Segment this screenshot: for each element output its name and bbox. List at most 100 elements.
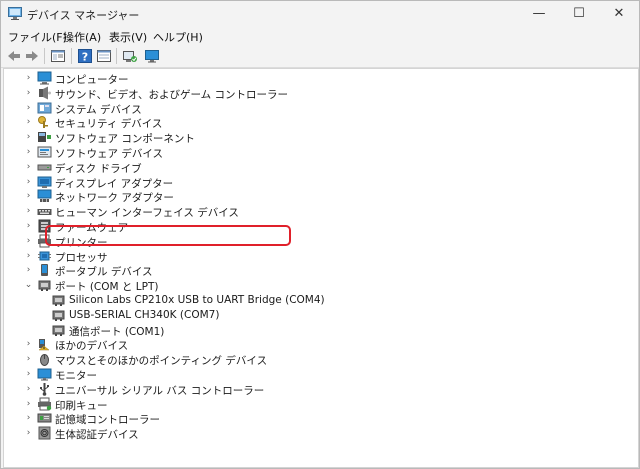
menu-view[interactable]: 表示(V) — [109, 29, 147, 45]
tree-category-item[interactable]: › セキュリティ デバイス — [4, 115, 638, 130]
storage-controller-icon — [37, 413, 52, 423]
chevron-right-icon[interactable]: › — [24, 116, 33, 128]
computer-icon — [37, 71, 52, 85]
menu-action[interactable]: 操作(A) — [63, 29, 101, 45]
tree-category-item[interactable]: › 記憶域コントローラー — [4, 411, 638, 426]
tree-category-item[interactable]: › 印刷キュー — [4, 397, 638, 412]
maximize-icon: ☐ — [573, 6, 585, 21]
chevron-right-icon[interactable]: › — [24, 368, 33, 380]
hid-icon — [37, 209, 52, 216]
port-icon — [52, 310, 65, 321]
close-button[interactable]: ✕ — [599, 1, 639, 27]
toolbar-separator — [116, 48, 117, 64]
tree-category-item[interactable]: › マウスとそのほかのポインティング デバイス — [4, 352, 638, 367]
chevron-right-icon[interactable]: › — [24, 205, 33, 217]
chevron-right-icon[interactable]: › — [24, 398, 33, 410]
tree-item-label: セキュリティ デバイス — [55, 118, 163, 131]
tree-item-label: 記憶域コントローラー — [55, 414, 160, 427]
maximize-button[interactable]: ☐ — [559, 1, 599, 27]
chevron-right-icon[interactable]: › — [24, 338, 33, 350]
svg-text:?: ? — [82, 51, 88, 64]
tree-category-item[interactable]: › サウンド、ビデオ、およびゲーム コントローラー — [4, 86, 638, 101]
tree-category-item[interactable]: › プロセッサ — [4, 249, 638, 264]
tree-category-item[interactable]: › ポータブル デバイス — [4, 263, 638, 278]
security-key-icon — [38, 116, 48, 129]
tree-category-item[interactable]: › ソフトウェア コンポーネント — [4, 130, 638, 145]
title-bar[interactable]: デバイス マネージャー — ☐ ✕ — [1, 1, 639, 27]
details-icon[interactable] — [96, 48, 112, 64]
chevron-right-icon[interactable]: › — [24, 383, 33, 395]
window-title: デバイス マネージャー — [27, 9, 140, 22]
properties-icon[interactable] — [50, 48, 66, 64]
tree-item-label: ディスプレイ アダプター — [55, 177, 174, 190]
menu-bar: ファイル(F) 操作(A) 表示(V) ヘルプ(H) — [1, 27, 639, 45]
chevron-right-icon[interactable]: › — [24, 427, 33, 439]
tree-item-label: ポータブル デバイス — [55, 266, 153, 279]
tree-item-label: サウンド、ビデオ、およびゲーム コントローラー — [55, 88, 288, 101]
sound-icon — [39, 86, 51, 100]
tree-category-item[interactable]: › システム デバイス — [4, 101, 638, 116]
chevron-right-icon[interactable]: › — [24, 87, 33, 99]
tree-item-label: ソフトウェア コンポーネント — [55, 133, 195, 146]
toolbar: ? — [1, 45, 639, 68]
chevron-right-icon[interactable]: › — [24, 176, 33, 188]
chevron-right-icon[interactable]: › — [24, 131, 33, 143]
tree-category-item[interactable]: › ほかのデバイス — [4, 337, 638, 352]
device-tree: › コンピューター › サウンド、ビデオ、およびゲーム コントローラー › システム デバ… — [3, 68, 639, 468]
display-adapter-icon — [37, 176, 52, 188]
menu-help[interactable]: ヘルプ(H) — [153, 29, 203, 45]
software-device-icon — [37, 146, 52, 158]
network-adapter-icon — [37, 189, 52, 203]
highlight-box — [45, 225, 291, 246]
tree-category-item[interactable]: › ディスプレイ アダプター — [4, 175, 638, 190]
tree-category-item[interactable]: › ユニバーサル シリアル バス コントローラー — [4, 382, 638, 397]
tree-item-label: モニター — [55, 370, 97, 382]
software-component-icon — [38, 132, 51, 143]
chevron-right-icon[interactable]: › — [24, 146, 33, 158]
minimize-button[interactable]: — — [519, 1, 559, 27]
tree-device-item[interactable]: 通信ポート (COM1) — [4, 323, 638, 338]
tree-category-item[interactable]: › モニター — [4, 367, 638, 382]
chevron-right-icon[interactable]: › — [24, 102, 33, 114]
tree-item-label: 通信ポート (COM1) — [69, 325, 165, 338]
monitor-icon[interactable] — [144, 48, 160, 64]
forward-arrow-icon[interactable] — [24, 48, 40, 64]
chevron-right-icon[interactable]: › — [24, 161, 33, 173]
tree-item-label: ほかのデバイス — [55, 340, 129, 353]
tree-category-item[interactable]: › ディスク ドライブ — [4, 160, 638, 175]
back-arrow-icon[interactable] — [6, 48, 22, 64]
chevron-right-icon[interactable]: › — [24, 190, 33, 202]
port-icon — [52, 325, 65, 336]
chevron-right-icon[interactable]: › — [24, 72, 33, 84]
system-device-icon — [37, 102, 52, 114]
chevron-right-icon[interactable]: › — [24, 250, 33, 262]
tree-item-label: ソフトウェア デバイス — [55, 148, 164, 160]
tree-item-label: コンピューター — [55, 74, 129, 86]
tree-device-item[interactable]: USB-SERIAL CH340K (COM7) — [4, 308, 638, 323]
chevron-right-icon[interactable]: › — [24, 412, 33, 424]
usb-icon — [40, 382, 49, 396]
tree-category-item[interactable]: › コンピューター — [4, 71, 638, 86]
tree-item-label: ネットワーク アダプター — [55, 192, 174, 205]
tree-category-item[interactable]: ⌄ ポート (COM と LPT) — [4, 278, 638, 293]
menu-file[interactable]: ファイル(F) — [8, 29, 67, 45]
toolbar-separator — [71, 48, 72, 64]
tree-category-item[interactable]: › ネットワーク アダプター — [4, 189, 638, 204]
disk-drive-icon — [37, 164, 52, 171]
tree-item-label: ポート (COM と LPT) — [55, 281, 159, 294]
chevron-right-icon[interactable]: › — [24, 235, 33, 247]
chevron-down-icon[interactable]: ⌄ — [24, 279, 33, 291]
close-icon: ✕ — [613, 6, 625, 21]
portable-device-icon — [41, 264, 48, 277]
tree-category-item[interactable]: › ソフトウェア デバイス — [4, 145, 638, 160]
help-icon[interactable]: ? — [77, 48, 93, 64]
tree-device-item[interactable]: Silicon Labs CP210x USB to UART Bridge (… — [4, 293, 638, 308]
chevron-right-icon[interactable]: › — [24, 353, 33, 365]
port-icon — [38, 280, 51, 292]
tree-item-label: USB-SERIAL CH340K (COM7) — [69, 308, 220, 321]
chevron-right-icon[interactable]: › — [24, 264, 33, 276]
scan-hardware-icon[interactable] — [122, 48, 138, 64]
chevron-right-icon[interactable]: › — [24, 220, 33, 232]
tree-category-item[interactable]: › 生体認証デバイス — [4, 426, 638, 441]
tree-category-item[interactable]: › ヒューマン インターフェイス デバイス — [4, 204, 638, 219]
